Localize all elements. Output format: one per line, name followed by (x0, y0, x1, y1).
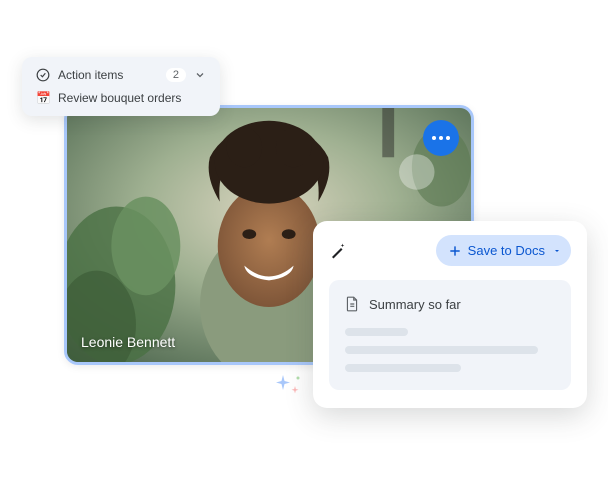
save-to-docs-button[interactable]: Save to Docs (436, 235, 571, 266)
placeholder-line (345, 364, 461, 372)
summary-body: Summary so far (329, 280, 571, 390)
action-items-title: Action items (58, 68, 158, 82)
save-to-docs-label: Save to Docs (468, 243, 545, 258)
summary-title-row: Summary so far (345, 296, 555, 312)
action-item-row[interactable]: 📅 Review bouquet orders (36, 91, 206, 105)
placeholder-line (345, 328, 408, 336)
check-circle-icon (36, 68, 50, 82)
more-icon (432, 136, 450, 140)
calendar-icon: 📅 (36, 91, 50, 105)
magic-wand-icon (329, 242, 347, 260)
more-options-button[interactable] (423, 120, 459, 156)
action-items-panel: Action items 2 📅 Review bouquet orders (22, 57, 220, 116)
document-icon (345, 296, 359, 312)
sparkle-icon (273, 370, 303, 400)
summary-title: Summary so far (369, 297, 461, 312)
chevron-down-icon (194, 69, 206, 81)
plus-icon (448, 244, 462, 258)
action-item-label: Review bouquet orders (58, 91, 181, 105)
action-items-count: 2 (166, 68, 186, 82)
summary-header: Save to Docs (329, 235, 571, 266)
caret-down-icon (553, 247, 561, 255)
summary-panel: Save to Docs Summary so far (313, 221, 587, 408)
participant-name: Leonie Bennett (81, 334, 175, 350)
action-items-header[interactable]: Action items 2 (36, 68, 206, 82)
placeholder-line (345, 346, 538, 354)
